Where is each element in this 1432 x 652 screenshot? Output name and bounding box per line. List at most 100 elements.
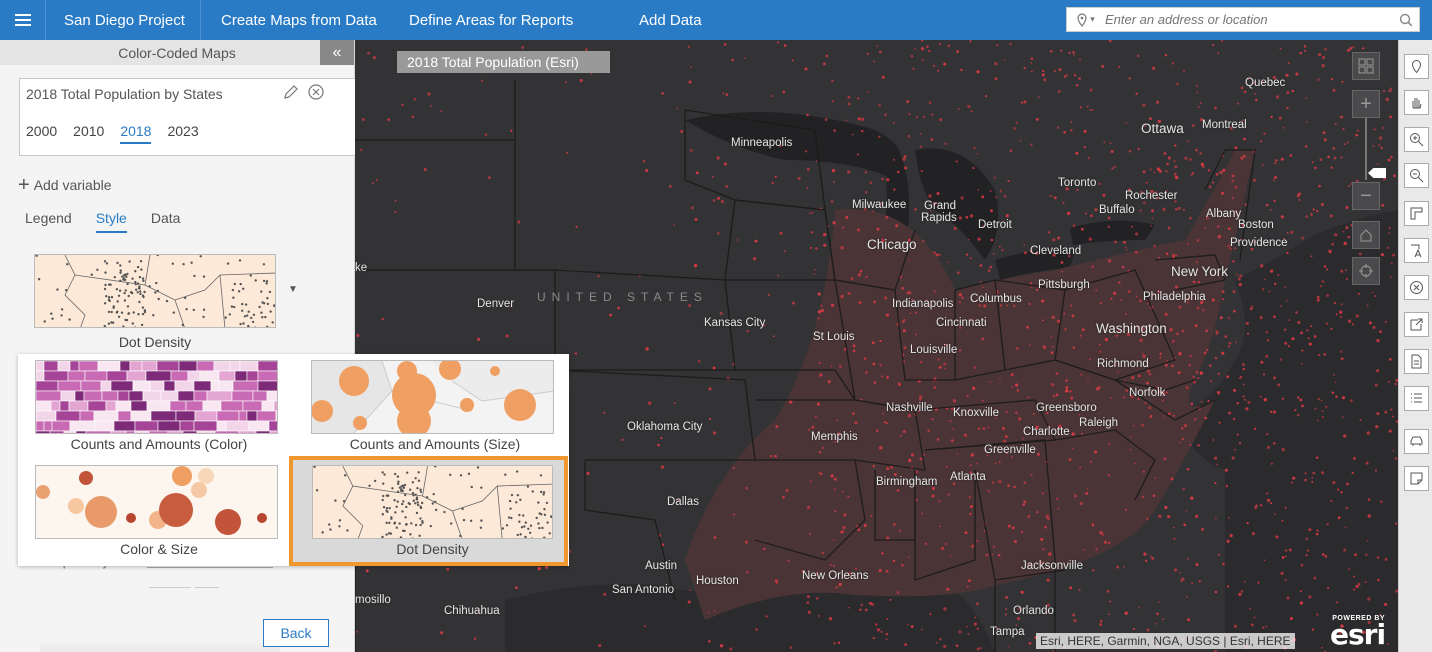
- city-label: Louisville: [910, 344, 958, 356]
- zoom-in-icon: [1410, 133, 1424, 147]
- pencil-icon[interactable]: [282, 84, 300, 107]
- city-label: Ottawa: [1141, 121, 1184, 136]
- current-style-thumbnail[interactable]: [34, 254, 276, 328]
- country-label: UNITED STATES: [537, 290, 708, 304]
- city-label: Pittsburgh: [1038, 279, 1090, 291]
- location-pin-icon[interactable]: ▾: [1067, 12, 1105, 27]
- map-attribution: Esri, HERE, Garmin, NGA, USGS | Esri, HE…: [1036, 633, 1295, 649]
- city-label: Austin: [645, 560, 677, 572]
- city-label: Cleveland: [1030, 245, 1082, 257]
- year-selector: 2000 2010 2018 2023: [26, 123, 215, 144]
- pan-button[interactable]: [1404, 90, 1429, 115]
- style-options-dropdown: Counts and Amounts (Color) Counts and Am…: [18, 354, 569, 566]
- pin-location-button[interactable]: [1404, 54, 1429, 79]
- city-label: Montreal: [1202, 119, 1247, 131]
- list-icon: [1411, 393, 1422, 403]
- note-icon: [1410, 472, 1423, 485]
- zoom-in-tool-button[interactable]: [1404, 127, 1429, 152]
- panel-footer-shade: [40, 640, 280, 652]
- locate-button[interactable]: [1352, 257, 1380, 285]
- city-label: Jacksonville: [1021, 560, 1083, 572]
- transparency-value-field[interactable]: [149, 587, 191, 591]
- style-thumbnail: [35, 360, 278, 434]
- basemap-gallery-button[interactable]: [1352, 52, 1380, 80]
- style-dropdown-icon[interactable]: ▼: [288, 284, 298, 295]
- city-label: Rapids: [921, 212, 957, 224]
- city-label: Quebec: [1245, 77, 1286, 89]
- city-label: Rochester: [1125, 190, 1178, 202]
- style-option-color-size[interactable]: Color & Size: [35, 465, 283, 557]
- city-label: Norfolk: [1129, 387, 1166, 399]
- measure-button[interactable]: [1404, 201, 1429, 226]
- city-label: Cincinnati: [936, 317, 987, 329]
- style-option-counts-color[interactable]: Counts and Amounts (Color): [35, 360, 283, 452]
- zoom-in-button[interactable]: +: [1352, 90, 1380, 118]
- tab-style[interactable]: Style: [95, 210, 127, 233]
- city-label: New York: [1171, 264, 1229, 279]
- zoom-out-tool-button[interactable]: [1404, 163, 1429, 188]
- esri-wordmark: esri: [1330, 618, 1386, 651]
- year-option[interactable]: 2010: [73, 123, 104, 144]
- search-input[interactable]: [1105, 12, 1393, 27]
- esri-logo[interactable]: POWERED BY esri: [1330, 615, 1386, 651]
- city-label: Grand: [924, 200, 956, 212]
- city-label: Greenville: [984, 444, 1036, 456]
- drive-time-button[interactable]: [1404, 429, 1429, 454]
- style-option-counts-size[interactable]: Counts and Amounts (Size): [311, 360, 559, 452]
- share-button[interactable]: [1404, 312, 1429, 337]
- city-label: Richmond: [1097, 358, 1149, 370]
- year-option-selected[interactable]: 2018: [120, 123, 152, 144]
- zoom-slider-track[interactable]: [1365, 118, 1367, 180]
- map-title: 2018 Total Population (Esri): [397, 51, 610, 73]
- city-label: Greensboro: [1036, 402, 1097, 414]
- tab-legend[interactable]: Legend: [25, 210, 72, 233]
- style-option-dot-density-selected[interactable]: Dot Density: [289, 456, 568, 566]
- double-chevron-left-icon: «: [332, 43, 342, 61]
- report-button[interactable]: [1404, 349, 1429, 374]
- city-label: St Louis: [813, 331, 855, 343]
- city-label: Milwaukee: [852, 199, 907, 211]
- pdf-icon: [1411, 354, 1422, 369]
- top-bar: San Diego Project Create Maps from Data …: [0, 0, 1432, 40]
- style-thumbnail: [35, 465, 278, 539]
- city-label: Oklahoma City: [627, 421, 703, 433]
- export-icon: [1410, 318, 1423, 331]
- list-button[interactable]: [1404, 386, 1429, 411]
- collapse-panel-button[interactable]: «: [320, 40, 354, 65]
- add-variable-button[interactable]: + Add variable: [18, 175, 112, 195]
- hand-icon: [1412, 98, 1422, 109]
- clear-button[interactable]: [1404, 275, 1429, 300]
- home-button[interactable]: [1352, 221, 1380, 249]
- label-button[interactable]: [1404, 238, 1429, 263]
- transparency-unit-field[interactable]: [195, 587, 219, 591]
- add-variable-label: Add variable: [33, 177, 112, 193]
- right-toolbar: [1398, 40, 1432, 652]
- transparency-slider[interactable]: [147, 567, 273, 568]
- chevron-down-icon: ▾: [1090, 14, 1095, 24]
- style-option-label: Counts and Amounts (Size): [349, 436, 521, 452]
- back-button[interactable]: Back: [263, 619, 329, 647]
- year-option[interactable]: 2023: [167, 123, 198, 144]
- grid-icon: [1358, 58, 1374, 74]
- city-label: ke: [355, 262, 368, 274]
- tab-define-areas[interactable]: Define Areas for Reports: [389, 0, 619, 40]
- city-label: Washington: [1096, 321, 1167, 336]
- crosshair-icon: [1359, 264, 1373, 278]
- menu-icon[interactable]: [0, 0, 46, 40]
- city-label: Albany: [1206, 208, 1242, 220]
- year-option[interactable]: 2000: [26, 123, 57, 144]
- project-name-button[interactable]: San Diego Project: [46, 0, 201, 40]
- tab-data[interactable]: Data: [151, 210, 181, 233]
- city-label: Buffalo: [1099, 204, 1135, 216]
- ruler-icon: [1410, 207, 1423, 220]
- tab-create-maps[interactable]: Create Maps from Data: [201, 0, 389, 40]
- remove-circle-icon[interactable]: [307, 83, 325, 106]
- tab-add-data[interactable]: Add Data: [619, 0, 722, 40]
- city-label: Boston: [1238, 219, 1274, 231]
- notes-button[interactable]: [1404, 466, 1429, 491]
- search-icon[interactable]: [1393, 13, 1419, 27]
- clear-circle-icon: [1410, 281, 1423, 294]
- zoom-out-button[interactable]: −: [1352, 182, 1380, 210]
- city-label: Raleigh: [1079, 417, 1118, 429]
- current-style-label: Dot Density: [118, 334, 192, 350]
